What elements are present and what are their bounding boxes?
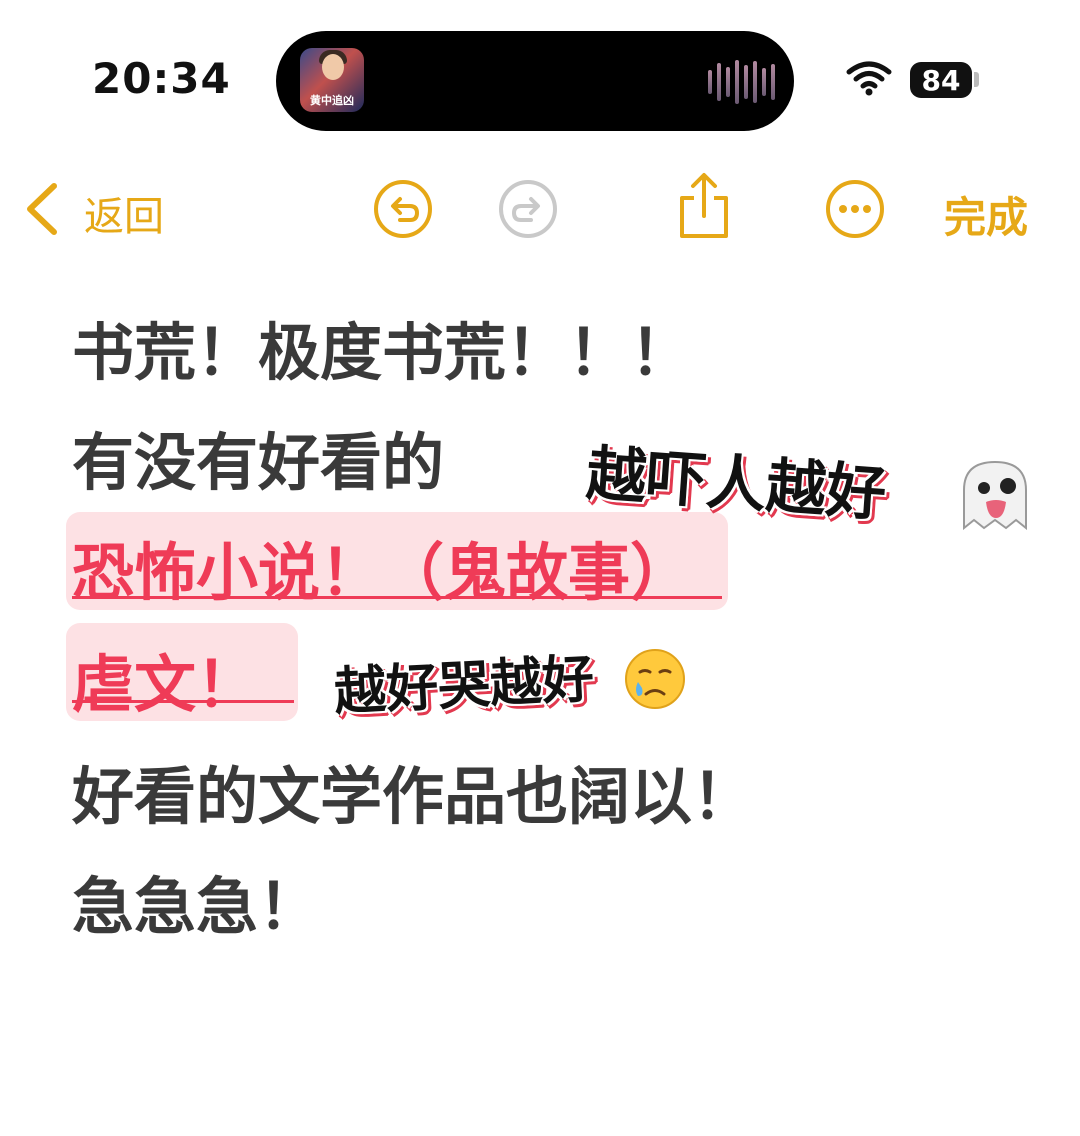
back-button[interactable]: 返回 <box>84 184 164 242</box>
battery-icon: 84 <box>910 62 972 98</box>
now-playing-artwork[interactable]: 黄中追凶 <box>300 48 364 112</box>
note-line-6: 急急急！ <box>72 870 321 943</box>
underline-horror <box>72 596 722 599</box>
dynamic-island[interactable]: 黄中追凶 <box>276 31 794 131</box>
share-icon[interactable] <box>676 172 732 240</box>
status-time: 20:34 <box>92 54 231 103</box>
artwork-face <box>322 54 344 80</box>
redo-icon[interactable] <box>497 178 559 240</box>
undo-icon[interactable] <box>372 178 434 240</box>
note-line-5: 好看的文学作品也阔以！ <box>72 760 755 833</box>
battery-cap <box>974 72 979 87</box>
ghost-emoji <box>963 460 1027 530</box>
sticker-cry: 越好哭越好 <box>332 649 596 723</box>
more-icon[interactable] <box>824 178 886 240</box>
note-line-1: 书荒！极度书荒！！！ <box>72 316 693 389</box>
chevron-left-icon[interactable] <box>22 182 62 236</box>
crying-face-emoji <box>625 649 685 709</box>
note-line-2: 有没有好看的 <box>72 426 445 499</box>
audio-waveform-icon <box>708 59 778 105</box>
artwork-caption: 黄中追凶 <box>310 94 354 107</box>
battery-level: 84 <box>921 63 961 97</box>
underline-nue <box>72 700 294 703</box>
done-button[interactable]: 完成 <box>944 184 1028 245</box>
wifi-icon <box>846 61 892 96</box>
note-line-nue: 虐文！ <box>72 648 259 721</box>
